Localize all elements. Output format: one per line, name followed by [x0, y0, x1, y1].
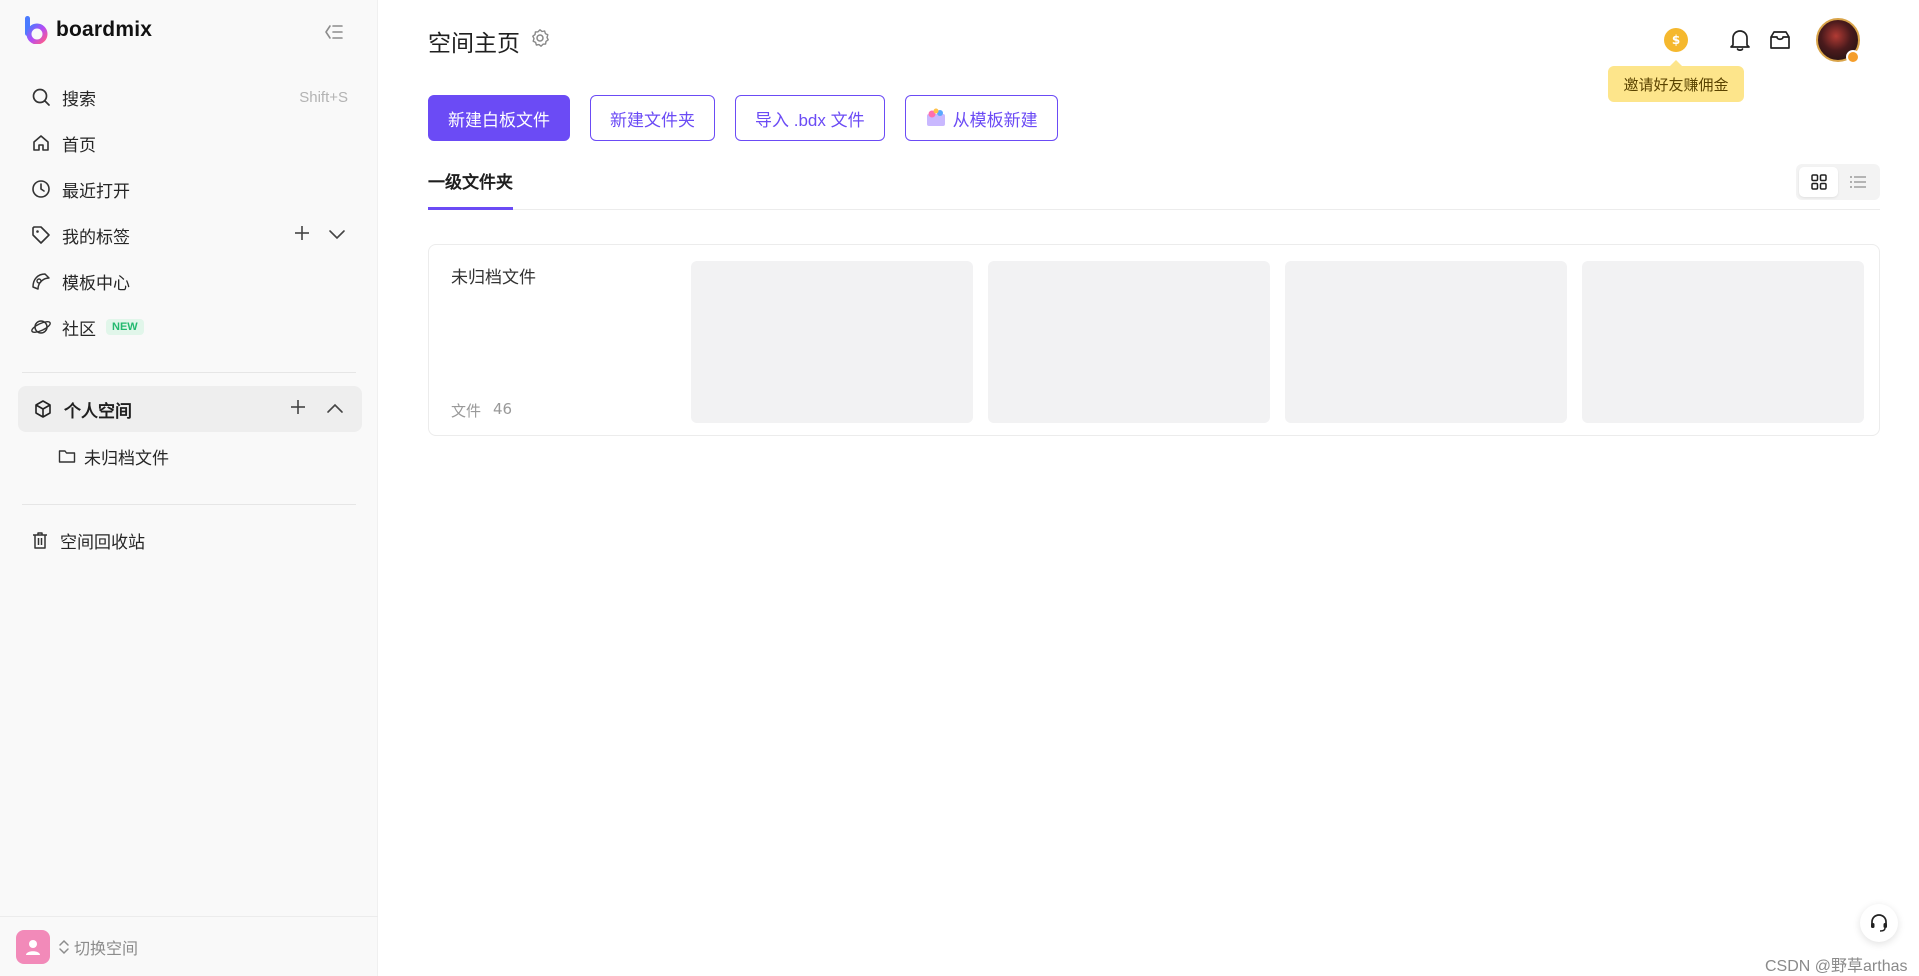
- grid-icon: [1810, 174, 1827, 190]
- page-title-text: 空间主页: [428, 31, 520, 57]
- clock-icon: [30, 178, 52, 200]
- view-toggle: [1796, 164, 1880, 200]
- space-label: 个人空间: [64, 401, 132, 422]
- sidebar-item-label: 最近打开: [62, 181, 130, 202]
- collapse-icon: [325, 25, 343, 39]
- sidebar-item-tags[interactable]: 我的标签: [18, 212, 360, 258]
- tab-level1-folders[interactable]: 一级文件夹: [428, 168, 513, 210]
- boardmix-logo-icon: [24, 16, 48, 45]
- sidebar-item-label: 我的标签: [62, 227, 130, 248]
- sidebar: boardmix 搜索 Shift+S 首页 最近打开 我的标签 模板中心 社区…: [0, 0, 378, 976]
- updown-chevron-icon: [59, 939, 69, 954]
- list-icon: [1849, 176, 1866, 188]
- folder-card[interactable]: 未归档文件 文件 46: [428, 244, 1880, 436]
- sidebar-item-personal-space[interactable]: 个人空间: [18, 386, 362, 432]
- file-thumbnail[interactable]: [988, 261, 1270, 423]
- list-view-button[interactable]: [1838, 167, 1877, 197]
- sidebar-item-label: 搜索: [62, 89, 96, 110]
- cube-icon: [32, 398, 54, 420]
- sidebar-item-trash[interactable]: 空间回收站: [30, 523, 145, 557]
- chevron-up-icon[interactable]: [326, 399, 344, 419]
- space-avatar[interactable]: [16, 929, 50, 964]
- add-tag-icon[interactable]: [294, 225, 310, 246]
- sidebar-item-home[interactable]: 首页: [18, 120, 360, 166]
- home-icon: [30, 132, 52, 154]
- sidebar-item-community[interactable]: 社区 NEW: [18, 304, 360, 350]
- import-bdx-button[interactable]: 导入 .bdx 文件: [735, 95, 885, 141]
- sidebar-divider: [22, 504, 356, 505]
- search-icon: [30, 86, 52, 108]
- sidebar-footer: 切换空间: [0, 916, 378, 976]
- inbox-icon[interactable]: [1766, 26, 1794, 54]
- tag-icon: [30, 224, 52, 246]
- app-logo[interactable]: boardmix: [24, 16, 153, 45]
- user-icon: [26, 939, 40, 955]
- app-name: boardmix: [56, 18, 153, 41]
- file-count-label: 文件: [451, 402, 482, 420]
- bell-icon[interactable]: [1726, 26, 1754, 54]
- sidebar-item-label: 社区: [62, 319, 96, 340]
- folder-label: 未归档文件: [84, 448, 169, 469]
- switch-space-label: 切换空间: [74, 938, 139, 958]
- new-board-button[interactable]: 新建白板文件: [428, 95, 570, 141]
- folder-card-count: 文件 46: [451, 400, 512, 421]
- from-template-label: 从模板新建: [952, 110, 1038, 130]
- sidebar-divider: [22, 372, 356, 373]
- switch-space-button[interactable]: 切换空间: [58, 935, 138, 959]
- coin-icon[interactable]: $: [1664, 28, 1688, 52]
- add-folder-icon[interactable]: [290, 399, 306, 420]
- search-shortcut: Shift+S: [299, 88, 348, 106]
- file-thumbnail[interactable]: [1582, 261, 1864, 423]
- watermark-text: CSDN @野草arthas: [1765, 958, 1908, 975]
- support-icon: [1871, 914, 1887, 932]
- sidebar-folder-unarchived[interactable]: 未归档文件: [58, 441, 169, 471]
- page-title: 空间主页: [428, 24, 550, 58]
- new-badge: NEW: [106, 319, 144, 335]
- template-color-icon: [926, 108, 945, 126]
- collapse-sidebar-button[interactable]: [322, 20, 346, 44]
- folder-icon: [58, 448, 76, 464]
- sidebar-nav: 搜索 Shift+S 首页 最近打开 我的标签 模板中心 社区 NEW: [18, 74, 360, 350]
- sidebar-item-label: 首页: [62, 135, 96, 156]
- file-thumbnail[interactable]: [691, 261, 973, 423]
- tab-bar: 一级文件夹: [428, 164, 1880, 210]
- sidebar-item-search[interactable]: 搜索 Shift+S: [18, 74, 360, 120]
- file-thumbnail[interactable]: [1285, 261, 1567, 423]
- invite-tooltip[interactable]: 邀请好友赚佣金: [1608, 60, 1744, 102]
- grid-view-button[interactable]: [1799, 167, 1838, 197]
- chevron-down-icon[interactable]: [328, 225, 346, 245]
- trash-label: 空间回收站: [60, 532, 145, 553]
- sidebar-item-recent[interactable]: 最近打开: [18, 166, 360, 212]
- sidebar-item-label: 模板中心: [62, 273, 130, 294]
- new-folder-button[interactable]: 新建文件夹: [590, 95, 715, 141]
- from-template-button[interactable]: 从模板新建: [904, 95, 1058, 141]
- planet-icon: [30, 316, 52, 338]
- sidebar-item-templates[interactable]: 模板中心: [18, 258, 360, 304]
- help-button[interactable]: [1860, 904, 1898, 942]
- trash-icon: [30, 530, 50, 550]
- settings-gear-icon[interactable]: [530, 28, 550, 54]
- action-bar: 新建白板文件 新建文件夹 导入 .bdx 文件 从模板新建: [428, 95, 1058, 141]
- file-count-value: 46: [493, 400, 513, 418]
- avatar-status-badge: [1846, 50, 1860, 64]
- folder-card-name: 未归档文件: [451, 268, 536, 288]
- template-icon: [30, 270, 52, 292]
